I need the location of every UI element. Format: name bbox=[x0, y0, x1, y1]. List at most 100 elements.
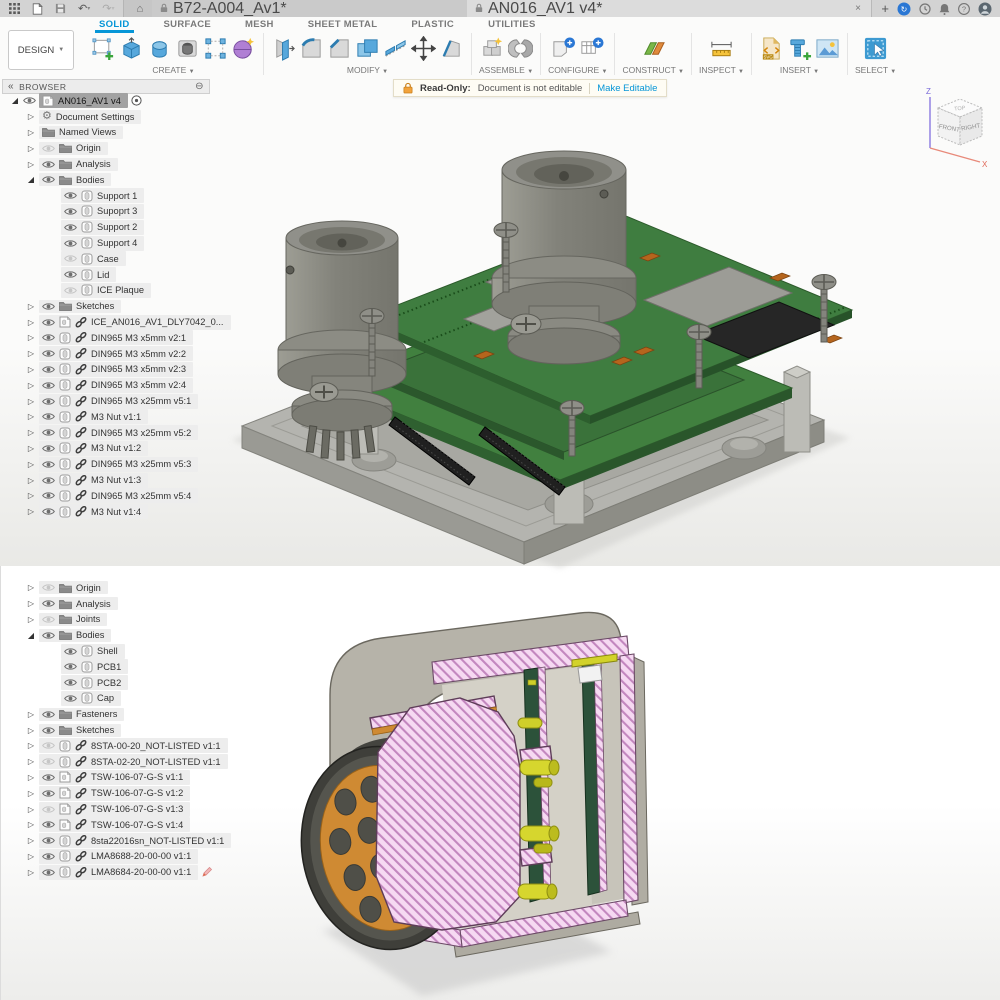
visibility-eye-icon[interactable] bbox=[64, 678, 77, 687]
tree-item[interactable]: ▷DIN965 M3 x25mm v5:3 bbox=[4, 456, 231, 472]
visibility-eye-icon[interactable] bbox=[42, 144, 55, 153]
tree-item-label[interactable]: DIN965 M3 x25mm v5:4 bbox=[91, 491, 191, 501]
press-pull-icon[interactable] bbox=[271, 36, 296, 61]
tree-item[interactable]: ▷⚙Document Settings bbox=[4, 109, 231, 125]
expand-arrow-icon[interactable]: ▷ bbox=[26, 599, 36, 608]
visibility-eye-icon[interactable] bbox=[64, 254, 77, 263]
tree-item[interactable]: ▷ TSW-106-07-G-S v1:3 bbox=[4, 801, 231, 817]
ribbon-tab-surface[interactable]: SURFACE bbox=[160, 18, 216, 33]
visibility-eye-icon[interactable] bbox=[42, 318, 55, 327]
expand-arrow-icon[interactable]: ▷ bbox=[26, 710, 36, 719]
tree-item-label[interactable]: 8STA-02-20_NOT-LISTED v1:1 bbox=[91, 757, 221, 767]
tree-item-label[interactable]: Analysis bbox=[76, 599, 111, 609]
expand-arrow-icon[interactable]: ▷ bbox=[26, 381, 36, 390]
collapse-arrow-icon[interactable]: ◢ bbox=[26, 631, 36, 640]
ribbon-tab-solid[interactable]: SOLID bbox=[95, 18, 134, 33]
ribbon-group-label[interactable]: CONFIGURE ▼ bbox=[548, 65, 607, 75]
configuration-icon[interactable] bbox=[551, 36, 576, 61]
file-new-button[interactable] bbox=[27, 0, 48, 17]
expand-arrow-icon[interactable]: ▷ bbox=[26, 583, 36, 592]
undo-button[interactable]: ↶▾ bbox=[73, 0, 95, 17]
expand-arrow-icon[interactable]: ▷ bbox=[26, 302, 36, 311]
tree-item-label[interactable]: PCB1 bbox=[97, 662, 121, 672]
version-history-icon[interactable] bbox=[919, 3, 931, 15]
visibility-eye-icon[interactable] bbox=[42, 599, 55, 608]
tree-item[interactable]: ▷M3 Nut v1:1 bbox=[4, 409, 231, 425]
expand-arrow-icon[interactable]: ▷ bbox=[26, 397, 36, 406]
redo-button[interactable]: ↷▾ bbox=[97, 0, 119, 17]
tree-item-label[interactable]: Sketches bbox=[76, 725, 114, 735]
expand-arrow-icon[interactable]: ▷ bbox=[26, 112, 36, 121]
visibility-eye-icon[interactable] bbox=[64, 694, 77, 703]
expand-arrow-icon[interactable]: ▷ bbox=[26, 144, 36, 153]
insert-fastener-icon[interactable] bbox=[787, 36, 812, 61]
expand-arrow-icon[interactable]: ▷ bbox=[26, 365, 36, 374]
expand-arrow-icon[interactable]: ▷ bbox=[26, 349, 36, 358]
tree-item-label[interactable]: Cap bbox=[97, 693, 114, 703]
tree-item-label[interactable]: Bodies bbox=[76, 630, 104, 640]
configuration-table-icon[interactable] bbox=[579, 36, 604, 61]
job-status-icon[interactable]: ↻ bbox=[897, 2, 911, 16]
expand-arrow-icon[interactable]: ▷ bbox=[26, 805, 36, 814]
expand-arrow-icon[interactable]: ▷ bbox=[26, 444, 36, 453]
visibility-eye-icon[interactable] bbox=[42, 852, 55, 861]
visibility-eye-icon[interactable] bbox=[42, 868, 55, 877]
visibility-eye-icon[interactable] bbox=[42, 631, 55, 640]
expand-arrow-icon[interactable]: ▷ bbox=[26, 476, 36, 485]
target-icon[interactable] bbox=[131, 95, 142, 106]
tree-item[interactable]: Supoprt 3 bbox=[4, 204, 231, 220]
tree-item[interactable]: ▷LMA8684-20-00-00 v1:1 bbox=[4, 864, 231, 880]
minimize-panel-icon[interactable]: ⊖ bbox=[195, 81, 204, 92]
tree-item-label[interactable]: DIN965 M3 x5mm v2:3 bbox=[91, 364, 186, 374]
tree-item[interactable]: ▷ DIN965 M3 x5mm v2:4 bbox=[4, 377, 231, 393]
tree-item[interactable]: ICE Plaque bbox=[4, 283, 231, 299]
tree-item-label[interactable]: TSW-106-07-G-S v1:4 bbox=[91, 820, 183, 830]
tree-item[interactable]: Support 1 bbox=[4, 188, 231, 204]
tree-item-label[interactable]: M3 Nut v1:3 bbox=[91, 475, 141, 485]
visibility-eye-icon[interactable] bbox=[42, 773, 55, 782]
expand-arrow-icon[interactable]: ▷ bbox=[26, 615, 36, 624]
expand-arrow-icon[interactable]: ▷ bbox=[26, 820, 36, 829]
visibility-eye-icon[interactable] bbox=[64, 223, 77, 232]
tree-item[interactable]: Case bbox=[4, 251, 231, 267]
create-sketch-icon[interactable] bbox=[91, 36, 116, 61]
tree-item-label[interactable]: ICE_AN016_AV1_DLY7042_0... bbox=[91, 317, 224, 327]
tree-item-label[interactable]: 8STA-00-20_NOT-LISTED v1:1 bbox=[91, 741, 221, 751]
tree-item-label[interactable]: TSW-106-07-G-S v1:3 bbox=[91, 804, 183, 814]
tree-item-label[interactable]: Bodies bbox=[76, 175, 104, 185]
tree-item-label[interactable]: Analysis bbox=[76, 159, 111, 169]
insert-image-icon[interactable] bbox=[815, 36, 840, 61]
ribbon-tab-plastic[interactable]: PLASTIC bbox=[407, 18, 458, 33]
close-tab-icon[interactable]: × bbox=[853, 3, 863, 14]
tree-item-label[interactable]: DIN965 M3 x5mm v2:4 bbox=[91, 380, 186, 390]
tree-item[interactable]: ▷8sta22016sn_NOT-LISTED v1:1 bbox=[4, 833, 231, 849]
pattern-icon[interactable] bbox=[203, 36, 228, 61]
hole-icon[interactable] bbox=[175, 36, 200, 61]
expand-arrow-icon[interactable]: ▷ bbox=[26, 726, 36, 735]
tree-item-label[interactable]: Case bbox=[97, 254, 119, 264]
tree-item-label[interactable]: DIN965 M3 x25mm v5:3 bbox=[91, 459, 191, 469]
tree-item[interactable]: ◢Bodies bbox=[4, 172, 231, 188]
tree-item[interactable]: ▷DIN965 M3 x25mm v5:1 bbox=[4, 393, 231, 409]
move-icon[interactable] bbox=[411, 36, 436, 61]
fillet-icon[interactable] bbox=[299, 36, 324, 61]
ribbon-group-label[interactable]: CONSTRUCT ▼ bbox=[622, 65, 684, 75]
expand-arrow-icon[interactable]: ▷ bbox=[26, 128, 36, 137]
tree-item[interactable]: ▷TSW-106-07-G-S v1:1 bbox=[4, 770, 231, 786]
measure-icon[interactable] bbox=[709, 36, 734, 61]
tree-item-label[interactable]: Support 1 bbox=[97, 191, 137, 201]
tree-item-label[interactable]: M3 Nut v1:1 bbox=[91, 412, 141, 422]
tree-item[interactable]: ▷8STA-02-20_NOT-LISTED v1:1 bbox=[4, 754, 231, 770]
tree-item-label[interactable]: Shell bbox=[97, 646, 118, 656]
draft-icon[interactable] bbox=[439, 36, 464, 61]
expand-arrow-icon[interactable]: ▷ bbox=[26, 836, 36, 845]
app-grid-button[interactable] bbox=[4, 0, 25, 17]
tree-item-label[interactable]: DIN965 M3 x5mm v2:1 bbox=[91, 333, 186, 343]
tree-item[interactable]: ▷ Analysis bbox=[4, 596, 231, 612]
ribbon-group-label[interactable]: INSPECT ▼ bbox=[699, 65, 744, 75]
collapse-arrow-icon[interactable]: ◢ bbox=[10, 96, 20, 105]
tree-item[interactable]: ◢ Bodies bbox=[4, 627, 231, 643]
ribbon-group-label[interactable]: INSERT ▼ bbox=[780, 65, 819, 75]
tree-item-label[interactable]: TSW-106-07-G-S v1:1 bbox=[91, 772, 183, 782]
visibility-eye-icon[interactable] bbox=[64, 239, 77, 248]
